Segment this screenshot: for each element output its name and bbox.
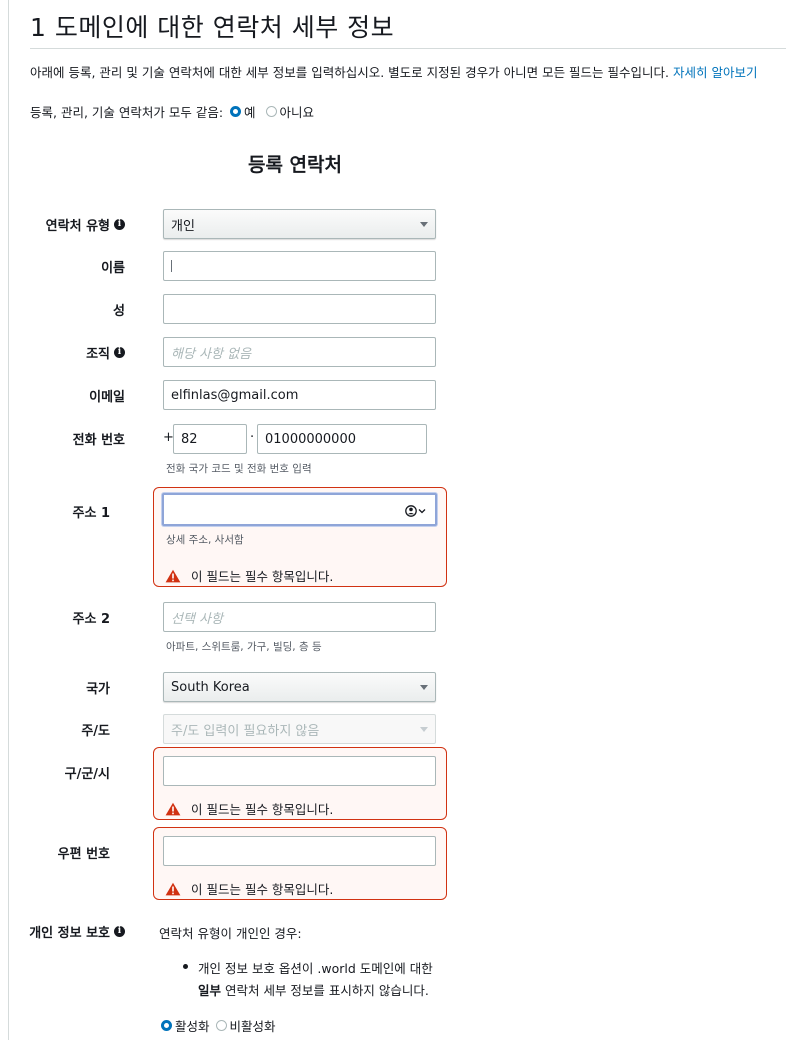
phone-country-code-input[interactable]: 82 (173, 424, 247, 454)
info-icon[interactable]: i (114, 925, 125, 937)
city-input[interactable] (163, 756, 436, 786)
radio-unselected-icon[interactable] (265, 106, 277, 117)
title-divider (30, 48, 786, 49)
same-contacts-no-label: 아니요 (279, 105, 315, 120)
same-contacts-row: 등록, 관리, 기술 연락처가 모두 같음: 예 아니요 (30, 102, 324, 121)
first-name-input[interactable] (163, 251, 436, 281)
address1-error-text: 이 필드는 필수 항목입니다. (191, 569, 334, 584)
country-label: 국가 (86, 681, 110, 697)
address1-hint: 상세 주소, 사서함 (166, 534, 244, 546)
city-label: 구/군/시 (64, 766, 110, 782)
organization-input[interactable]: 해당 사항 없음 (163, 337, 436, 367)
bullet-icon (183, 964, 188, 969)
section-title: 등록 연락처 (247, 154, 342, 176)
privacy-bullet-line1: 개인 정보 보호 옵션이 .world 도메인에 대한 (198, 961, 433, 976)
first-name-label: 이름 (101, 260, 125, 276)
privacy-bullet-rest: 연락처 세부 정보를 표시하지 않습니다. (221, 983, 429, 998)
privacy-enable-option[interactable]: 활성화 (161, 1016, 216, 1035)
organization-label-text: 조직 (86, 346, 110, 362)
radio-selected-icon[interactable] (230, 106, 242, 117)
phone-country-code-value: 82 (181, 431, 198, 447)
radio-selected-icon[interactable] (161, 1020, 172, 1031)
postal-error: 이 필드는 필수 항목입니다. (165, 879, 333, 898)
warning-icon (165, 802, 181, 815)
state-select: 주/도 입력이 필요하지 않음 (163, 714, 436, 744)
email-label: 이메일 (89, 389, 125, 405)
phone-hint: 전화 국가 코드 및 전화 번호 입력 (166, 463, 312, 475)
privacy-label: 개인 정보 보호 i (0, 923, 125, 941)
info-icon[interactable]: i (114, 346, 125, 358)
radio-unselected-icon[interactable] (215, 1020, 227, 1031)
contact-type-value: 개인 (171, 218, 195, 234)
phone-separator: · (250, 430, 255, 445)
privacy-bullet-line2: 일부 연락처 세부 정보를 표시하지 않습니다. (198, 980, 429, 999)
privacy-label-text: 개인 정보 보호 (29, 925, 110, 941)
country-value: South Korea (171, 679, 250, 695)
privacy-enable-label: 활성화 (175, 1019, 210, 1034)
privacy-bullet-bold: 일부 (198, 983, 222, 998)
caret-down-icon (420, 685, 428, 690)
phone-number-input[interactable]: 01000000000 (257, 424, 427, 454)
state-value: 주/도 입력이 필요하지 않음 (171, 723, 320, 739)
postal-input[interactable] (163, 836, 436, 866)
address1-error: 이 필드는 필수 항목입니다. (165, 566, 333, 585)
same-contacts-yes-option[interactable]: 예 (230, 102, 266, 121)
address2-placeholder: 선택 사항 (171, 611, 223, 627)
state-label: 주/도 (81, 723, 110, 739)
warning-icon (165, 569, 181, 582)
text-cursor (171, 260, 172, 272)
same-contacts-no-option[interactable]: 아니요 (265, 102, 325, 121)
same-contacts-yes-label: 예 (244, 105, 256, 120)
postal-label: 우편 번호 (57, 846, 110, 862)
address2-hint: 아파트, 스위트룸, 가구, 빌딩, 층 등 (166, 641, 322, 653)
intro-text: 아래에 등록, 관리 및 기술 연락처에 대한 세부 정보를 입력하십시오. 별… (30, 62, 757, 81)
country-select[interactable]: South Korea (163, 672, 436, 702)
contact-type-select[interactable]: 개인 (163, 209, 436, 239)
contact-autofill-icon[interactable] (405, 504, 427, 518)
address2-input[interactable]: 선택 사항 (163, 602, 436, 632)
warning-icon (165, 882, 181, 895)
phone-label: 전화 번호 (72, 432, 125, 448)
email-input[interactable]: elfinlas@gmail.com (163, 380, 436, 410)
caret-down-icon (420, 222, 428, 227)
city-error: 이 필드는 필수 항목입니다. (165, 799, 333, 818)
city-error-text: 이 필드는 필수 항목입니다. (191, 802, 334, 817)
organization-label: 조직 i (0, 344, 125, 362)
contact-type-label: 연락처 유형 i (0, 216, 125, 234)
email-value: elfinlas@gmail.com (171, 387, 299, 403)
contact-type-label-text: 연락처 유형 (45, 218, 110, 234)
privacy-toggle-row: 활성화 비활성화 (161, 1016, 286, 1035)
privacy-intro: 연락처 유형이 개인인 경우: (159, 926, 302, 941)
organization-placeholder: 해당 사항 없음 (171, 346, 252, 362)
last-name-input[interactable] (163, 294, 436, 324)
privacy-disable-option[interactable]: 비활성화 (215, 1016, 286, 1035)
page-title: 1 도메인에 대한 연락처 세부 정보 (30, 13, 395, 42)
address1-input[interactable] (162, 493, 437, 526)
phone-number-value: 01000000000 (265, 431, 356, 447)
last-name-label: 성 (113, 303, 125, 319)
address1-label: 주소 1 (72, 505, 111, 521)
same-contacts-label: 등록, 관리, 기술 연락처가 모두 같음: (30, 105, 224, 120)
learn-more-link[interactable]: 자세히 알아보기 (673, 65, 757, 80)
postal-error-text: 이 필드는 필수 항목입니다. (191, 882, 334, 897)
intro-description: 아래에 등록, 관리 및 기술 연락처에 대한 세부 정보를 입력하십시오. 별… (30, 65, 673, 80)
info-icon[interactable]: i (114, 218, 125, 230)
caret-down-icon (420, 727, 428, 732)
address2-label: 주소 2 (72, 611, 111, 627)
privacy-disable-label: 비활성화 (229, 1019, 276, 1034)
